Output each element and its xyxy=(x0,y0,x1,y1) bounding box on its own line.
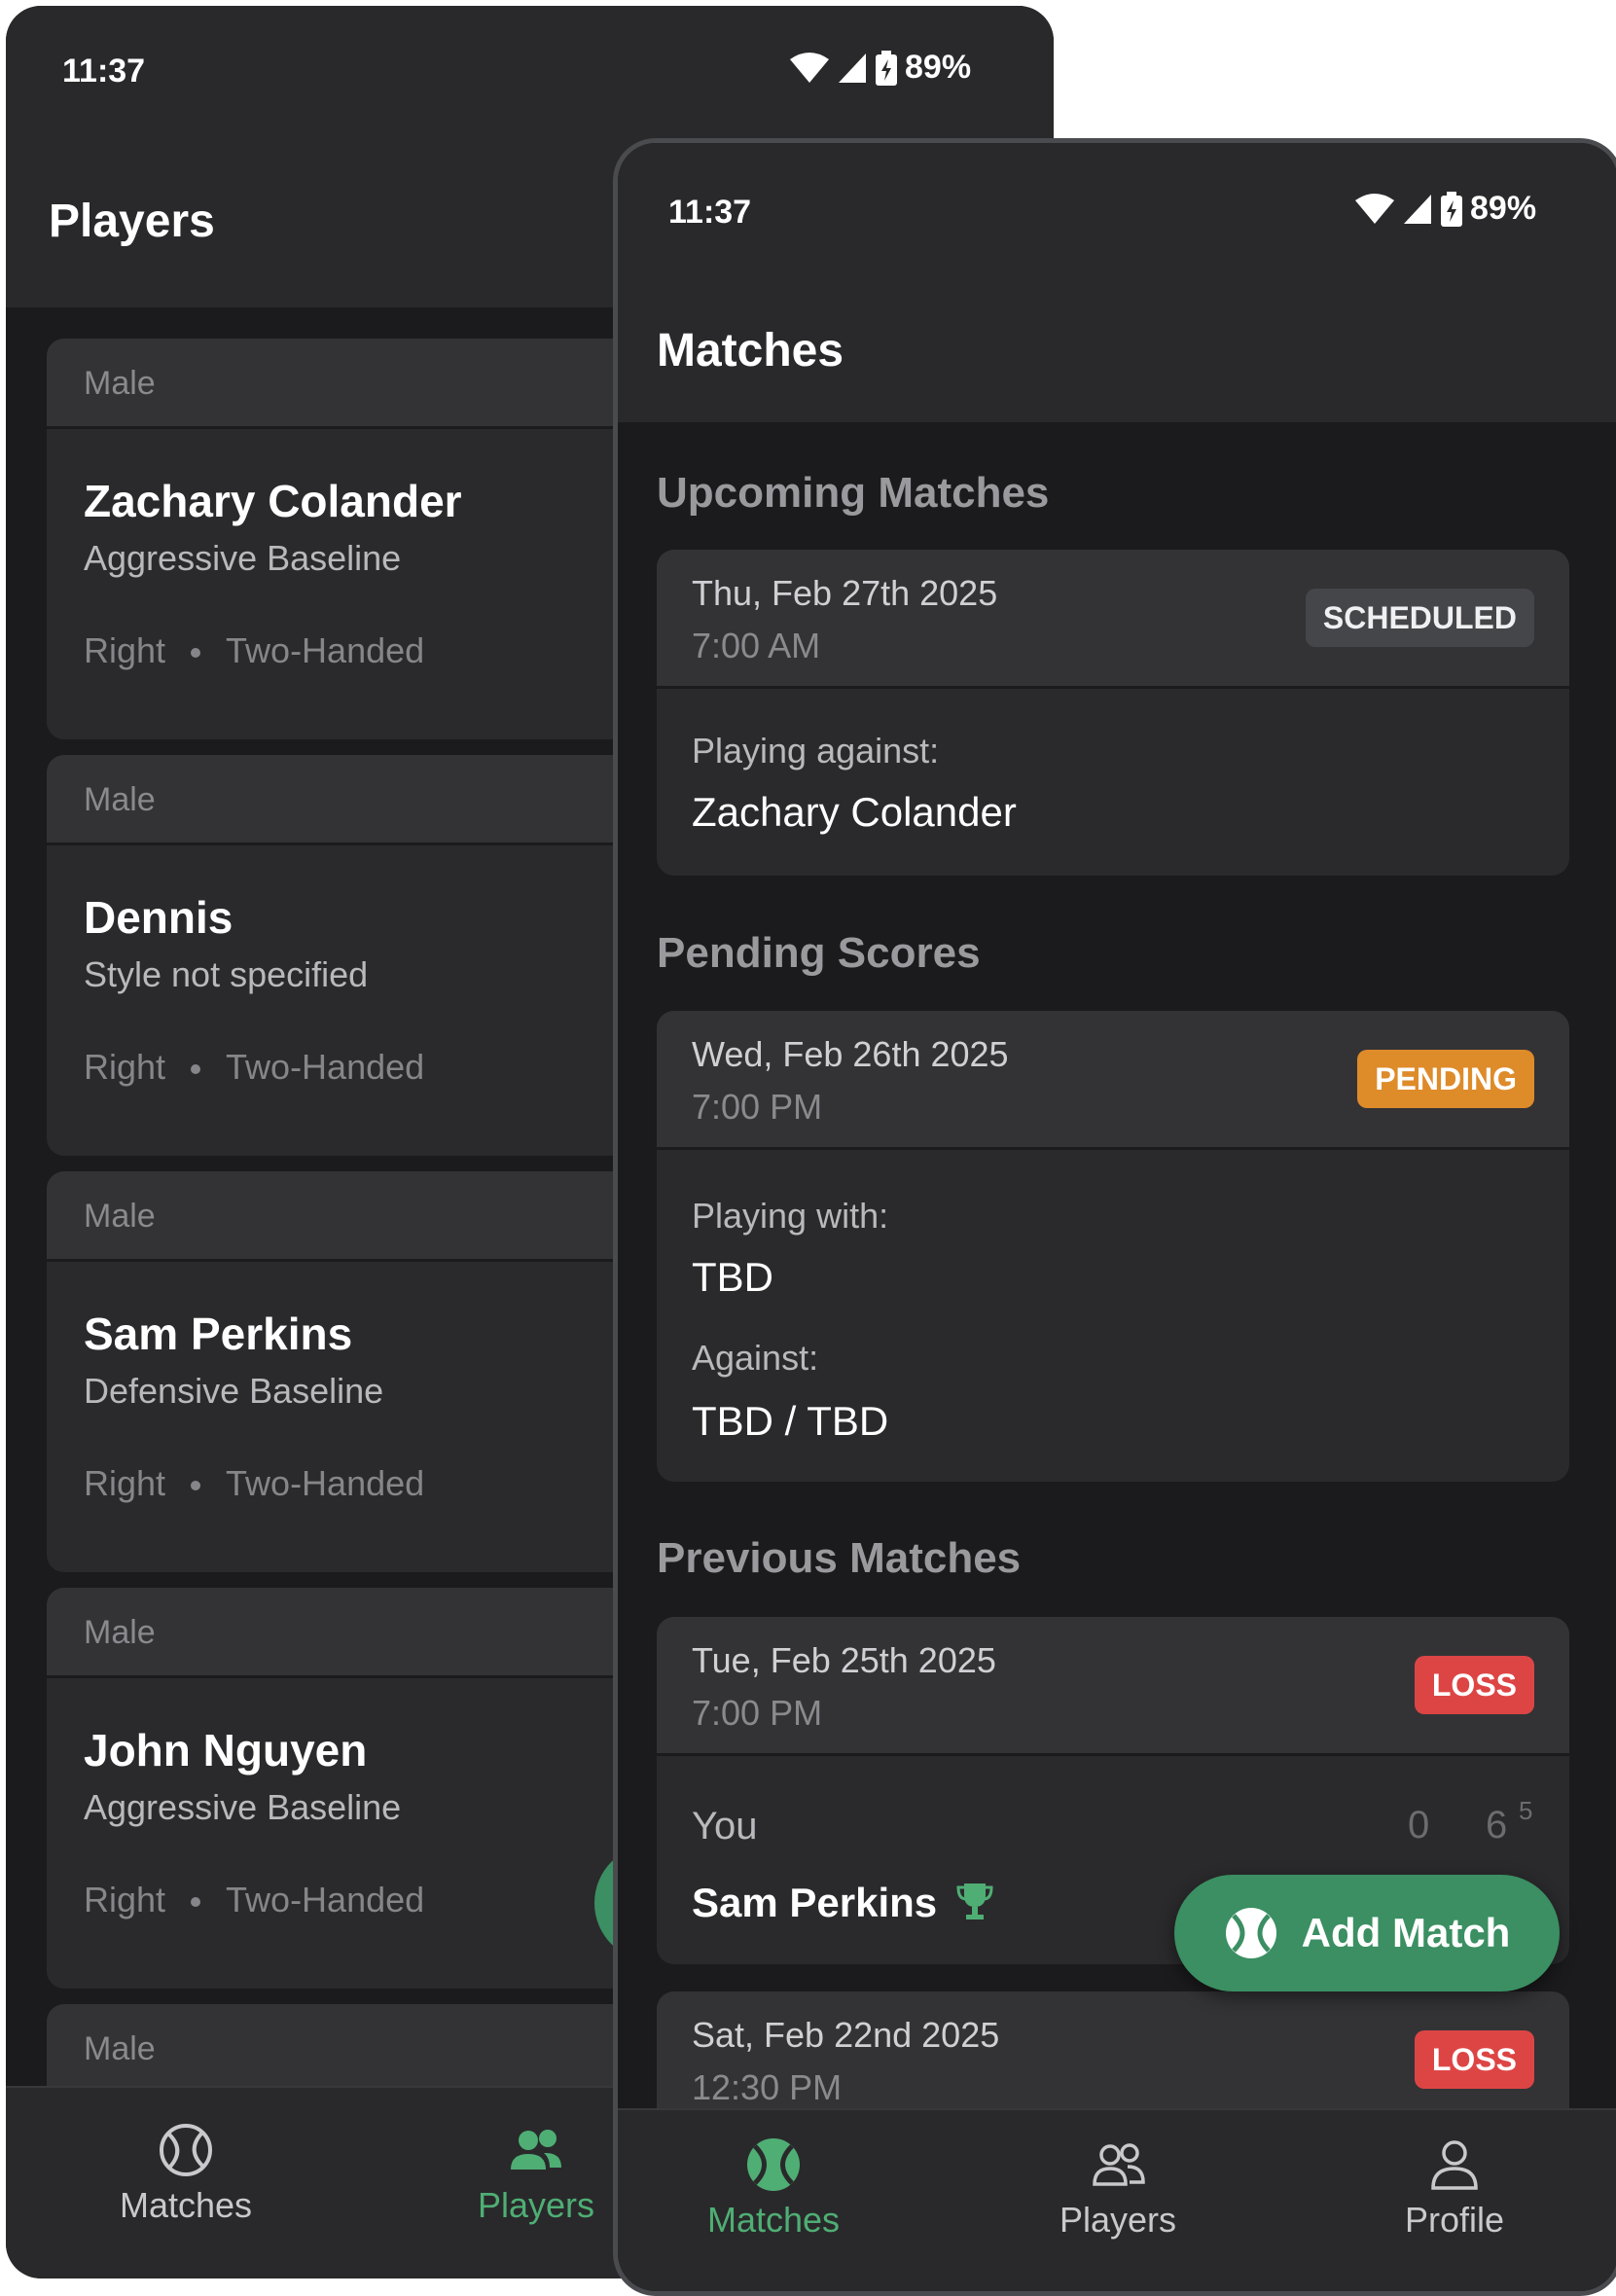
tennis-ball-icon xyxy=(1225,1908,1276,1958)
battery-icon xyxy=(1441,191,1462,227)
battery-percent: 89% xyxy=(1470,190,1537,227)
player-style: Defensive Baseline xyxy=(84,1371,384,1411)
opponents-names: TBD / TBD xyxy=(692,1398,889,1444)
match-date: Tue, Feb 25th 2025 xyxy=(692,1640,996,1680)
wifi-icon xyxy=(1355,193,1394,224)
trophy-icon xyxy=(956,1883,993,1919)
status-bar: 11:37 89% xyxy=(6,6,1054,113)
signal-icon xyxy=(1404,194,1431,224)
status-bar: 11:37 89% xyxy=(618,143,1616,240)
page-title: Players xyxy=(49,196,215,247)
nav-matches[interactable]: Matches xyxy=(647,2135,900,2241)
status-badge: LOSS xyxy=(1414,2030,1534,2089)
player-style: Aggressive Baseline xyxy=(84,1787,402,1827)
match-time: 7:00 AM xyxy=(692,626,821,665)
partner-name: TBD xyxy=(692,1254,773,1300)
tennis-ball-icon xyxy=(160,2124,212,2176)
section-pending: Pending Scores xyxy=(657,929,981,977)
score-set2: 6 xyxy=(1486,1804,1508,1847)
bottom-nav: Matches Players Profile xyxy=(618,2108,1616,2291)
status-badge: LOSS xyxy=(1414,1656,1534,1714)
pending-match-card[interactable]: Wed, Feb 26th 2025 7:00 PM PENDING Playi… xyxy=(657,1011,1569,1482)
opponent-label: Playing against: xyxy=(692,731,940,771)
tennis-ball-icon xyxy=(747,2138,800,2191)
match-date: Sat, Feb 22nd 2025 xyxy=(692,2015,1000,2055)
winner-name: Sam Perkins xyxy=(692,1880,993,1926)
battery-percent: 89% xyxy=(905,49,972,86)
player-name: Sam Perkins xyxy=(84,1309,353,1359)
match-time: 12:30 PM xyxy=(692,2067,843,2107)
you-label: You xyxy=(692,1805,758,1848)
wifi-icon xyxy=(790,52,829,83)
player-name: John Nguyen xyxy=(84,1725,368,1776)
player-handedness: Right Two-Handed xyxy=(84,1047,425,1087)
status-badge: PENDING xyxy=(1357,1050,1534,1108)
nav-matches[interactable]: Matches xyxy=(74,2121,298,2226)
player-name: Dennis xyxy=(84,892,233,943)
add-match-button[interactable]: Add Match xyxy=(1174,1875,1560,1991)
people-icon xyxy=(511,2130,561,2170)
player-style: Style not specified xyxy=(84,954,369,994)
section-previous: Previous Matches xyxy=(657,1534,1022,1582)
partner-label: Playing with: xyxy=(692,1196,889,1236)
match-time: 7:00 PM xyxy=(692,1087,823,1127)
matches-screen: 11:37 89% Matches Upcoming Matches Thu, … xyxy=(613,138,1616,2296)
nav-players[interactable]: Players xyxy=(991,2135,1244,2241)
player-name: Zachary Colander xyxy=(84,476,462,526)
match-date: Wed, Feb 26th 2025 xyxy=(692,1034,1009,1074)
status-time: 11:37 xyxy=(62,53,146,90)
person-icon xyxy=(1431,2140,1478,2190)
player-handedness: Right Two-Handed xyxy=(84,1880,425,1919)
signal-icon xyxy=(839,53,866,83)
player-style: Aggressive Baseline xyxy=(84,538,402,578)
player-handedness: Right Two-Handed xyxy=(84,630,425,670)
player-handedness: Right Two-Handed xyxy=(84,1463,425,1503)
upcoming-match-card[interactable]: Thu, Feb 27th 2025 7:00 AM SCHEDULED Pla… xyxy=(657,550,1569,876)
score-tiebreak: 5 xyxy=(1519,1796,1533,1825)
match-date: Thu, Feb 27th 2025 xyxy=(692,573,998,613)
status-time: 11:37 xyxy=(668,194,752,231)
score-set1: 0 xyxy=(1408,1804,1430,1847)
app-bar: Matches xyxy=(618,240,1616,422)
page-title: Matches xyxy=(657,325,844,377)
people-icon xyxy=(1093,2143,1145,2186)
against-label: Against: xyxy=(692,1338,819,1378)
match-time: 7:00 PM xyxy=(692,1693,823,1733)
opponent-name: Zachary Colander xyxy=(692,789,1017,835)
status-badge: SCHEDULED xyxy=(1305,589,1534,647)
nav-profile[interactable]: Profile xyxy=(1328,2135,1581,2241)
battery-icon xyxy=(876,50,897,86)
section-upcoming: Upcoming Matches xyxy=(657,469,1050,517)
